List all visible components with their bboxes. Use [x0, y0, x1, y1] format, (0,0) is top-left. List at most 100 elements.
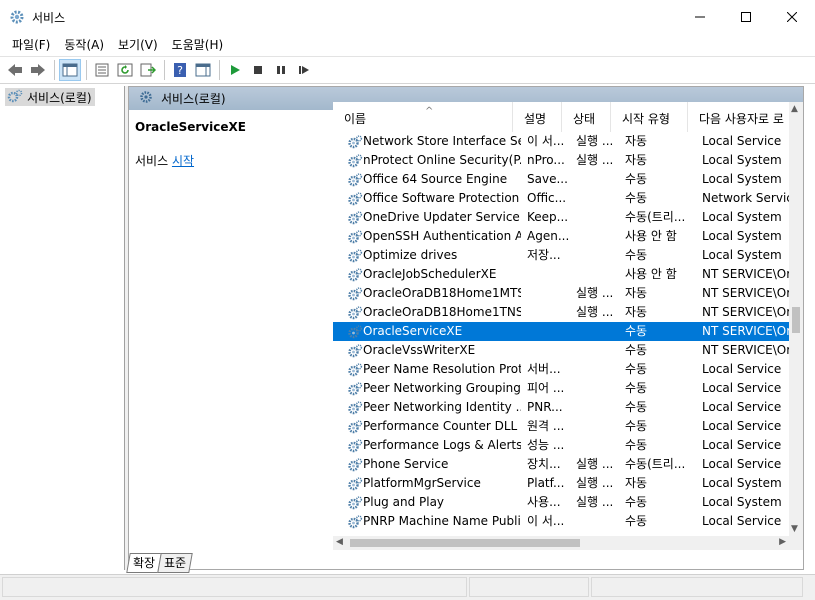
service-description: Platf...	[527, 476, 565, 490]
service-row[interactable]: Peer Networking Identity ... PNR... 수동 Loca…	[333, 398, 789, 417]
service-row[interactable]: Performance Logs & Alerts 성능 ... 수동 Local S…	[333, 436, 789, 455]
tab-standard[interactable]: 표준	[157, 553, 193, 573]
status-segment	[591, 577, 803, 597]
vertical-scroll-thumb[interactable]	[792, 307, 800, 333]
service-row[interactable]: Office Software Protection ... Offic... 수동…	[333, 189, 789, 208]
maximize-button[interactable]	[723, 0, 769, 34]
service-gear-icon	[347, 284, 363, 303]
service-row[interactable]: PlatformMgrService Platf... 실행 ... 자동 Local …	[333, 474, 789, 493]
start-service-link[interactable]: 시작	[172, 154, 194, 168]
service-status: 실행 ...	[576, 476, 614, 490]
service-log-on-as: NT SERVICE\Or	[702, 286, 789, 300]
horizontal-scroll-thumb[interactable]	[350, 539, 580, 547]
column-header-status[interactable]: 상태	[562, 102, 611, 132]
action-pane-icon	[195, 63, 211, 77]
service-log-on-as: Local System	[702, 248, 782, 262]
service-row[interactable]: Network Store Interface Se... 이 서... 실행 ..…	[333, 132, 789, 151]
export-list-button[interactable]	[137, 59, 159, 81]
service-log-on-as: Local System	[702, 495, 782, 509]
close-button[interactable]	[769, 0, 815, 34]
service-log-on-as: Network Service	[702, 191, 789, 205]
service-row[interactable]: PNRP Machine Name Publi... 이 서... 수동 Local …	[333, 512, 789, 531]
view-tabs: 확장 표준	[126, 553, 193, 573]
service-name: Performance Counter DLL ...	[363, 419, 521, 433]
start-service-button[interactable]	[224, 59, 246, 81]
column-header-log-on-as[interactable]: 다음 사용자로 로	[688, 102, 789, 132]
service-row[interactable]: nProtect Online Security(P... nPro... 실행 .…	[333, 151, 789, 170]
back-button[interactable]	[4, 59, 26, 81]
help-button[interactable]: ?	[169, 59, 191, 81]
service-status: 실행 ...	[576, 305, 614, 319]
service-row[interactable]: OpenSSH Authentication A... Agen... 사용 안 함…	[333, 227, 789, 246]
service-row[interactable]: OneDrive Updater Service Keep... 수동(트리... L…	[333, 208, 789, 227]
service-name: Peer Networking Grouping	[363, 381, 521, 395]
service-row[interactable]: OracleVssWriterXE 수동 NT SERVICE\Or	[333, 341, 789, 360]
service-row[interactable]: Optimize drives 저장... 수동 Local System	[333, 246, 789, 265]
menu-help[interactable]: 도움말(H)	[165, 34, 231, 56]
toolbar-separator	[219, 60, 220, 80]
properties-button[interactable]	[91, 59, 113, 81]
service-gear-icon	[347, 265, 363, 284]
service-startup-type: 수동	[625, 381, 648, 395]
arrow-right-icon	[31, 64, 45, 76]
column-header-description[interactable]: 설명	[513, 102, 562, 132]
svg-text:?: ?	[177, 64, 183, 77]
tab-extended[interactable]: 확장	[126, 553, 162, 573]
service-row[interactable]: Plug and Play 사용... 실행 ... 수동 Local System	[333, 493, 789, 512]
services-gear-icon	[9, 9, 25, 25]
service-row[interactable]: Performance Counter DLL ... 원격 ... 수동 Local…	[333, 417, 789, 436]
details-pane: 서비스(로컬) OracleServiceXE 서비스 시작 이름 ^ 설명 상…	[128, 86, 804, 570]
forward-button[interactable]	[27, 59, 49, 81]
service-row[interactable]: OracleServiceXE 수동 NT SERVICE\Or	[333, 322, 789, 341]
column-header-name[interactable]: 이름	[333, 102, 513, 132]
service-log-on-as: Local Service	[702, 134, 782, 148]
close-icon	[787, 12, 797, 22]
service-description: 원격 ...	[527, 419, 565, 433]
service-startup-type: 수동(트리...	[625, 457, 686, 471]
service-gear-icon	[347, 436, 363, 455]
menu-file[interactable]: 파일(F)	[5, 34, 57, 56]
service-description	[527, 341, 571, 360]
service-rows: Network Store Interface Se... 이 서... 실행 ..…	[333, 132, 789, 531]
services-gear-icon	[139, 90, 153, 107]
vertical-scrollbar[interactable]: ▲ ▼	[789, 102, 803, 536]
service-status: 실행 ...	[576, 134, 614, 148]
service-row[interactable]: Phone Service 장치... 실행 ... 수동(트리... Local Se…	[333, 455, 789, 474]
service-row[interactable]: Peer Name Resolution Prot... 서버... 수동 Local…	[333, 360, 789, 379]
service-row[interactable]: Peer Networking Grouping 피어 ... 수동 Local Se…	[333, 379, 789, 398]
menu-action[interactable]: 동작(A)	[57, 34, 111, 56]
service-description: 피어 ...	[527, 381, 565, 395]
service-gear-icon	[347, 398, 363, 417]
stop-service-button[interactable]	[247, 59, 269, 81]
pause-service-button[interactable]	[270, 59, 292, 81]
restart-service-button[interactable]	[293, 59, 315, 81]
tree-item-services-local[interactable]: 서비스(로컬)	[5, 88, 95, 106]
export-icon	[140, 63, 156, 77]
service-row[interactable]: OracleOraDB18Home1TNS... 실행 ... 자동 NT SERVI…	[333, 303, 789, 322]
service-log-on-as: NT SERVICE\Or	[702, 305, 789, 319]
scroll-up-icon[interactable]: ▲	[791, 104, 798, 114]
service-status	[576, 341, 620, 360]
service-startup-type: 수동	[625, 324, 648, 338]
show-hide-action-pane-button[interactable]	[192, 59, 214, 81]
service-log-on-as: Local System	[702, 229, 782, 243]
service-row[interactable]: OracleJobSchedulerXE 사용 안 함 NT SERVICE\Or	[333, 265, 789, 284]
scroll-right-icon[interactable]: ▶	[779, 537, 786, 547]
scroll-left-icon[interactable]: ◀	[336, 537, 343, 547]
minimize-button[interactable]	[677, 0, 723, 34]
toolbar-separator	[54, 60, 55, 80]
scroll-down-icon[interactable]: ▼	[791, 524, 798, 534]
console-tree-button[interactable]	[59, 59, 81, 81]
service-name: OpenSSH Authentication A...	[363, 229, 521, 243]
horizontal-scrollbar[interactable]: ◀ ▶	[333, 536, 789, 550]
service-row[interactable]: Office 64 Source Engine Save... 수동 Local Sy…	[333, 170, 789, 189]
service-name: OracleServiceXE	[363, 324, 463, 338]
service-description-panel: OracleServiceXE 서비스 시작	[129, 110, 333, 546]
title-bar: 서비스	[0, 0, 815, 34]
service-status	[576, 379, 620, 398]
service-row[interactable]: OracleOraDB18Home1MTS... 실행 ... 자동 NT SERVI…	[333, 284, 789, 303]
refresh-button[interactable]	[114, 59, 136, 81]
menu-view[interactable]: 보기(V)	[111, 34, 165, 56]
service-gear-icon	[347, 360, 363, 379]
column-header-startup-type[interactable]: 시작 유형	[611, 102, 688, 132]
